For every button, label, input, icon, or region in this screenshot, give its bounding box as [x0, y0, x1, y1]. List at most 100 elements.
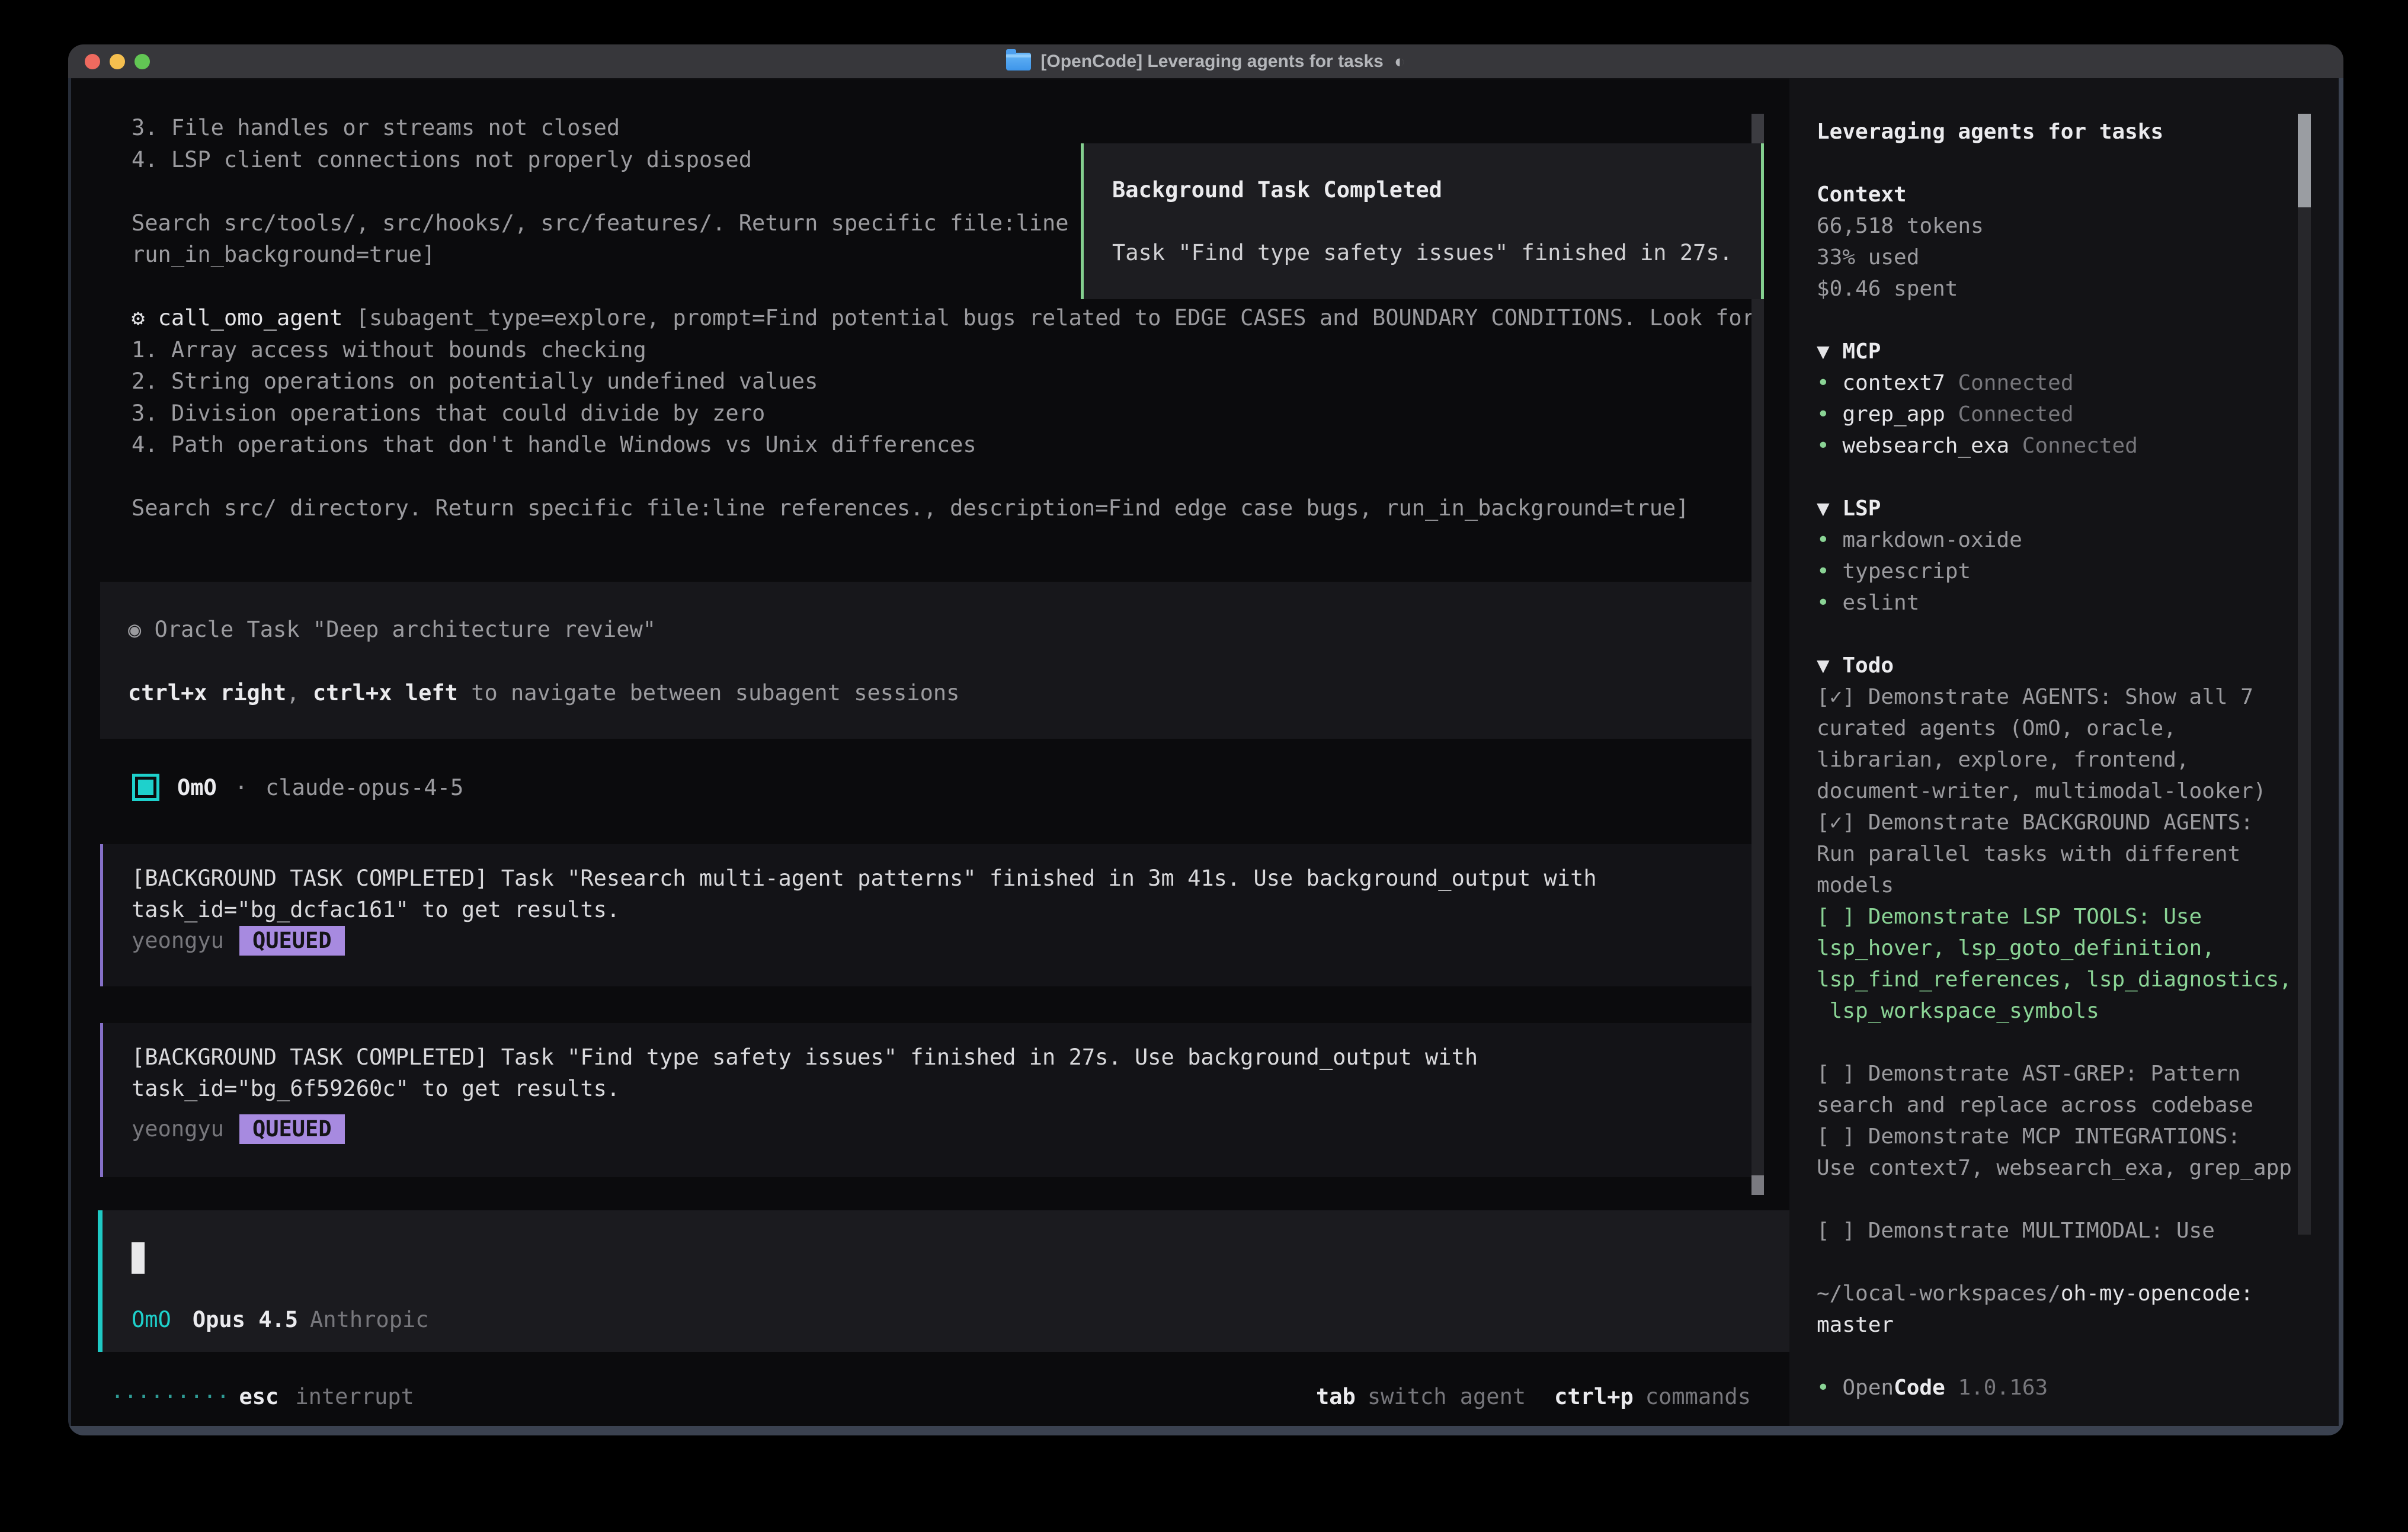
main-scrollbar-cap [1751, 114, 1764, 145]
text-line: librarian, explore, frontend, [1817, 744, 2189, 775]
zoom-button[interactable] [135, 54, 150, 69]
status-right: tab switch agent ctrl+p commands [1316, 1384, 1751, 1409]
close-button[interactable] [85, 54, 100, 69]
background-task-block: [BACKGROUND TASK COMPLETED] Task "Find t… [100, 1023, 1760, 1177]
text-line: Search src/tools/, src/hooks/, src/featu… [132, 207, 1069, 239]
agent-name: OmO [177, 775, 217, 800]
task-block-line: task_id="bg_dcfac161" to get results. [132, 894, 620, 925]
window-edge-right [2339, 78, 2343, 1435]
task-user: yeongyu [132, 1116, 224, 1142]
text-line: • markdown-oxide [1817, 524, 2022, 556]
tab-key-hint: tab [1316, 1384, 1356, 1409]
task-block-footer: yeongyu QUEUED [132, 925, 345, 956]
text-line: lsp_find_references, lsp_diagnostics, [1817, 964, 2292, 995]
esc-key-label: interrupt [295, 1384, 414, 1409]
text-line: ⚙ call_omo_agent [subagent_type=explore,… [132, 302, 1755, 334]
text-line: ◉ Oracle Task "Deep architecture review" [128, 614, 656, 645]
input-model: Opus 4.5 [193, 1307, 298, 1332]
text-line: lsp_hover, lsp_goto_definition, [1817, 932, 2215, 964]
notification-toast[interactable]: Background Task Completed Task "Find typ… [1081, 143, 1764, 299]
text-line: ▼ MCP [1817, 336, 1881, 367]
text-line: • grep_app Connected [1817, 399, 2074, 430]
text-line: [ ] Demonstrate MULTIMODAL: Use [1817, 1215, 2215, 1246]
text-line: [✓] Demonstrate AGENTS: Show all 7 [1817, 681, 2253, 713]
text-line: 66,518 tokens [1817, 210, 1984, 242]
text-line: [✓] Demonstrate BACKGROUND AGENTS: [1817, 807, 2253, 838]
text-line: models [1817, 870, 1894, 901]
text-line: [ ] Demonstrate LSP TOOLS: Use [1817, 901, 2202, 932]
text-line: document-writer, multimodal-looker) [1817, 775, 2266, 807]
sidebar-scrollbar-thumb[interactable] [2298, 114, 2311, 207]
text-line: • context7 Connected [1817, 367, 2074, 399]
agent-model: claude-opus-4-5 [265, 775, 463, 800]
text-line: 2. String operations on potentially unde… [132, 366, 818, 397]
input-agent-row: OmO Opus 4.5 Anthropic [132, 1304, 429, 1335]
toast-body: Task "Find type safety issues" finished … [1112, 237, 1733, 268]
task-block-line: [BACKGROUND TASK COMPLETED] Task "Find t… [132, 1041, 1478, 1073]
agent-session-header: OmO · claude-opus-4-5 [132, 767, 463, 808]
text-line: • eslint [1817, 587, 1919, 618]
desktop: [OpenCode] Leveraging agents for tasks ◐… [0, 0, 2408, 1532]
text-line: master [1817, 1309, 1894, 1341]
prompt-input[interactable]: OmO Opus 4.5 Anthropic [98, 1210, 1794, 1352]
text-line: • typescript [1817, 556, 1971, 587]
text-line: 4. Path operations that don't handle Win… [132, 429, 976, 460]
window-edge-left [68, 78, 71, 1435]
text-line: [ ] Demonstrate AST-GREP: Pattern [1817, 1058, 2240, 1089]
input-provider: Anthropic [310, 1307, 428, 1332]
status-badge: QUEUED [239, 1114, 345, 1144]
text-cursor [132, 1242, 145, 1274]
text-line: Search src/ directory. Return specific f… [132, 492, 1689, 524]
text-line: Use context7, websearch_exa, grep_app [1817, 1152, 2292, 1184]
ctrlp-key-hint: ctrl+p [1554, 1384, 1634, 1409]
titlebar: [OpenCode] Leveraging agents for tasks ◐ [68, 44, 2343, 79]
text-line: lsp_workspace_symbols [1817, 995, 2099, 1027]
esc-key-hint: esc [239, 1384, 278, 1409]
text-line: ctrl+x right, ctrl+x left to navigate be… [128, 677, 959, 709]
window-edge-bottom [68, 1426, 2343, 1435]
task-block-line: [BACKGROUND TASK COMPLETED] Task "Resear… [132, 863, 1597, 894]
main-scrollbar-thumb[interactable] [1751, 1175, 1764, 1195]
text-line: ▼ Todo [1817, 650, 1894, 681]
status-left: ········· esc interrupt [111, 1384, 414, 1409]
app-window: [OpenCode] Leveraging agents for tasks ◐… [68, 44, 2343, 1435]
task-user: yeongyu [132, 928, 224, 953]
window-title-text: [OpenCode] Leveraging agents for tasks [1040, 52, 1383, 72]
status-badge: QUEUED [239, 926, 345, 956]
text-line: 3. Division operations that could divide… [132, 398, 765, 429]
text-line: 1. Array access without bounds checking [132, 334, 646, 366]
sidebar: Leveraging agents for tasks Context66,518… [1789, 78, 2343, 1435]
minimize-button[interactable] [110, 54, 125, 69]
folder-icon [1006, 53, 1031, 70]
agent-icon [132, 774, 159, 801]
text-line: curated agents (OmO, oracle, [1817, 713, 2176, 744]
text-line: [ ] Demonstrate MCP INTEGRATIONS: [1817, 1121, 2240, 1152]
text-line: • websearch_exa Connected [1817, 430, 2138, 461]
text-line: • OpenCode 1.0.163 [1817, 1372, 2048, 1403]
sidebar-scrollbar[interactable] [2298, 114, 2311, 1235]
status-bar: ········· esc interrupt tab switch agent… [111, 1381, 1751, 1412]
ctrlp-key-label: commands [1645, 1384, 1751, 1409]
oracle-task-block: ◉ Oracle Task "Deep architecture review"… [100, 582, 1762, 739]
text-line: 33% used [1817, 242, 1919, 273]
text-line: ▼ LSP [1817, 493, 1881, 524]
task-block-footer: yeongyu QUEUED [132, 1113, 345, 1145]
text-line: $0.46 spent [1817, 273, 1958, 305]
text-line: run_in_background=true] [132, 239, 435, 270]
text-line: Context [1817, 179, 1907, 210]
task-block-line: task_id="bg_6f59260c" to get results. [132, 1073, 620, 1104]
window-title: [OpenCode] Leveraging agents for tasks ◐ [1006, 51, 1405, 72]
half-moon-icon: ◐ [1394, 51, 1405, 72]
text-line: Run parallel tasks with different [1817, 838, 2240, 870]
input-agent-name: OmO [132, 1307, 171, 1332]
terminal-content: 3. File handles or streams not closed4. … [68, 78, 2343, 1435]
text-line: ~/local-workspaces/oh-my-opencode: [1817, 1278, 2253, 1309]
toast-title: Background Task Completed [1112, 174, 1442, 206]
text-line: 3. File handles or streams not closed [132, 112, 620, 143]
separator-dot: · [235, 775, 248, 800]
spinner-dots: ········· [111, 1384, 229, 1409]
tab-key-label: switch agent [1368, 1384, 1526, 1409]
window-controls [85, 44, 150, 78]
text-line: Leveraging agents for tasks [1817, 116, 2163, 148]
text-line: 4. LSP client connections not properly d… [132, 144, 752, 175]
